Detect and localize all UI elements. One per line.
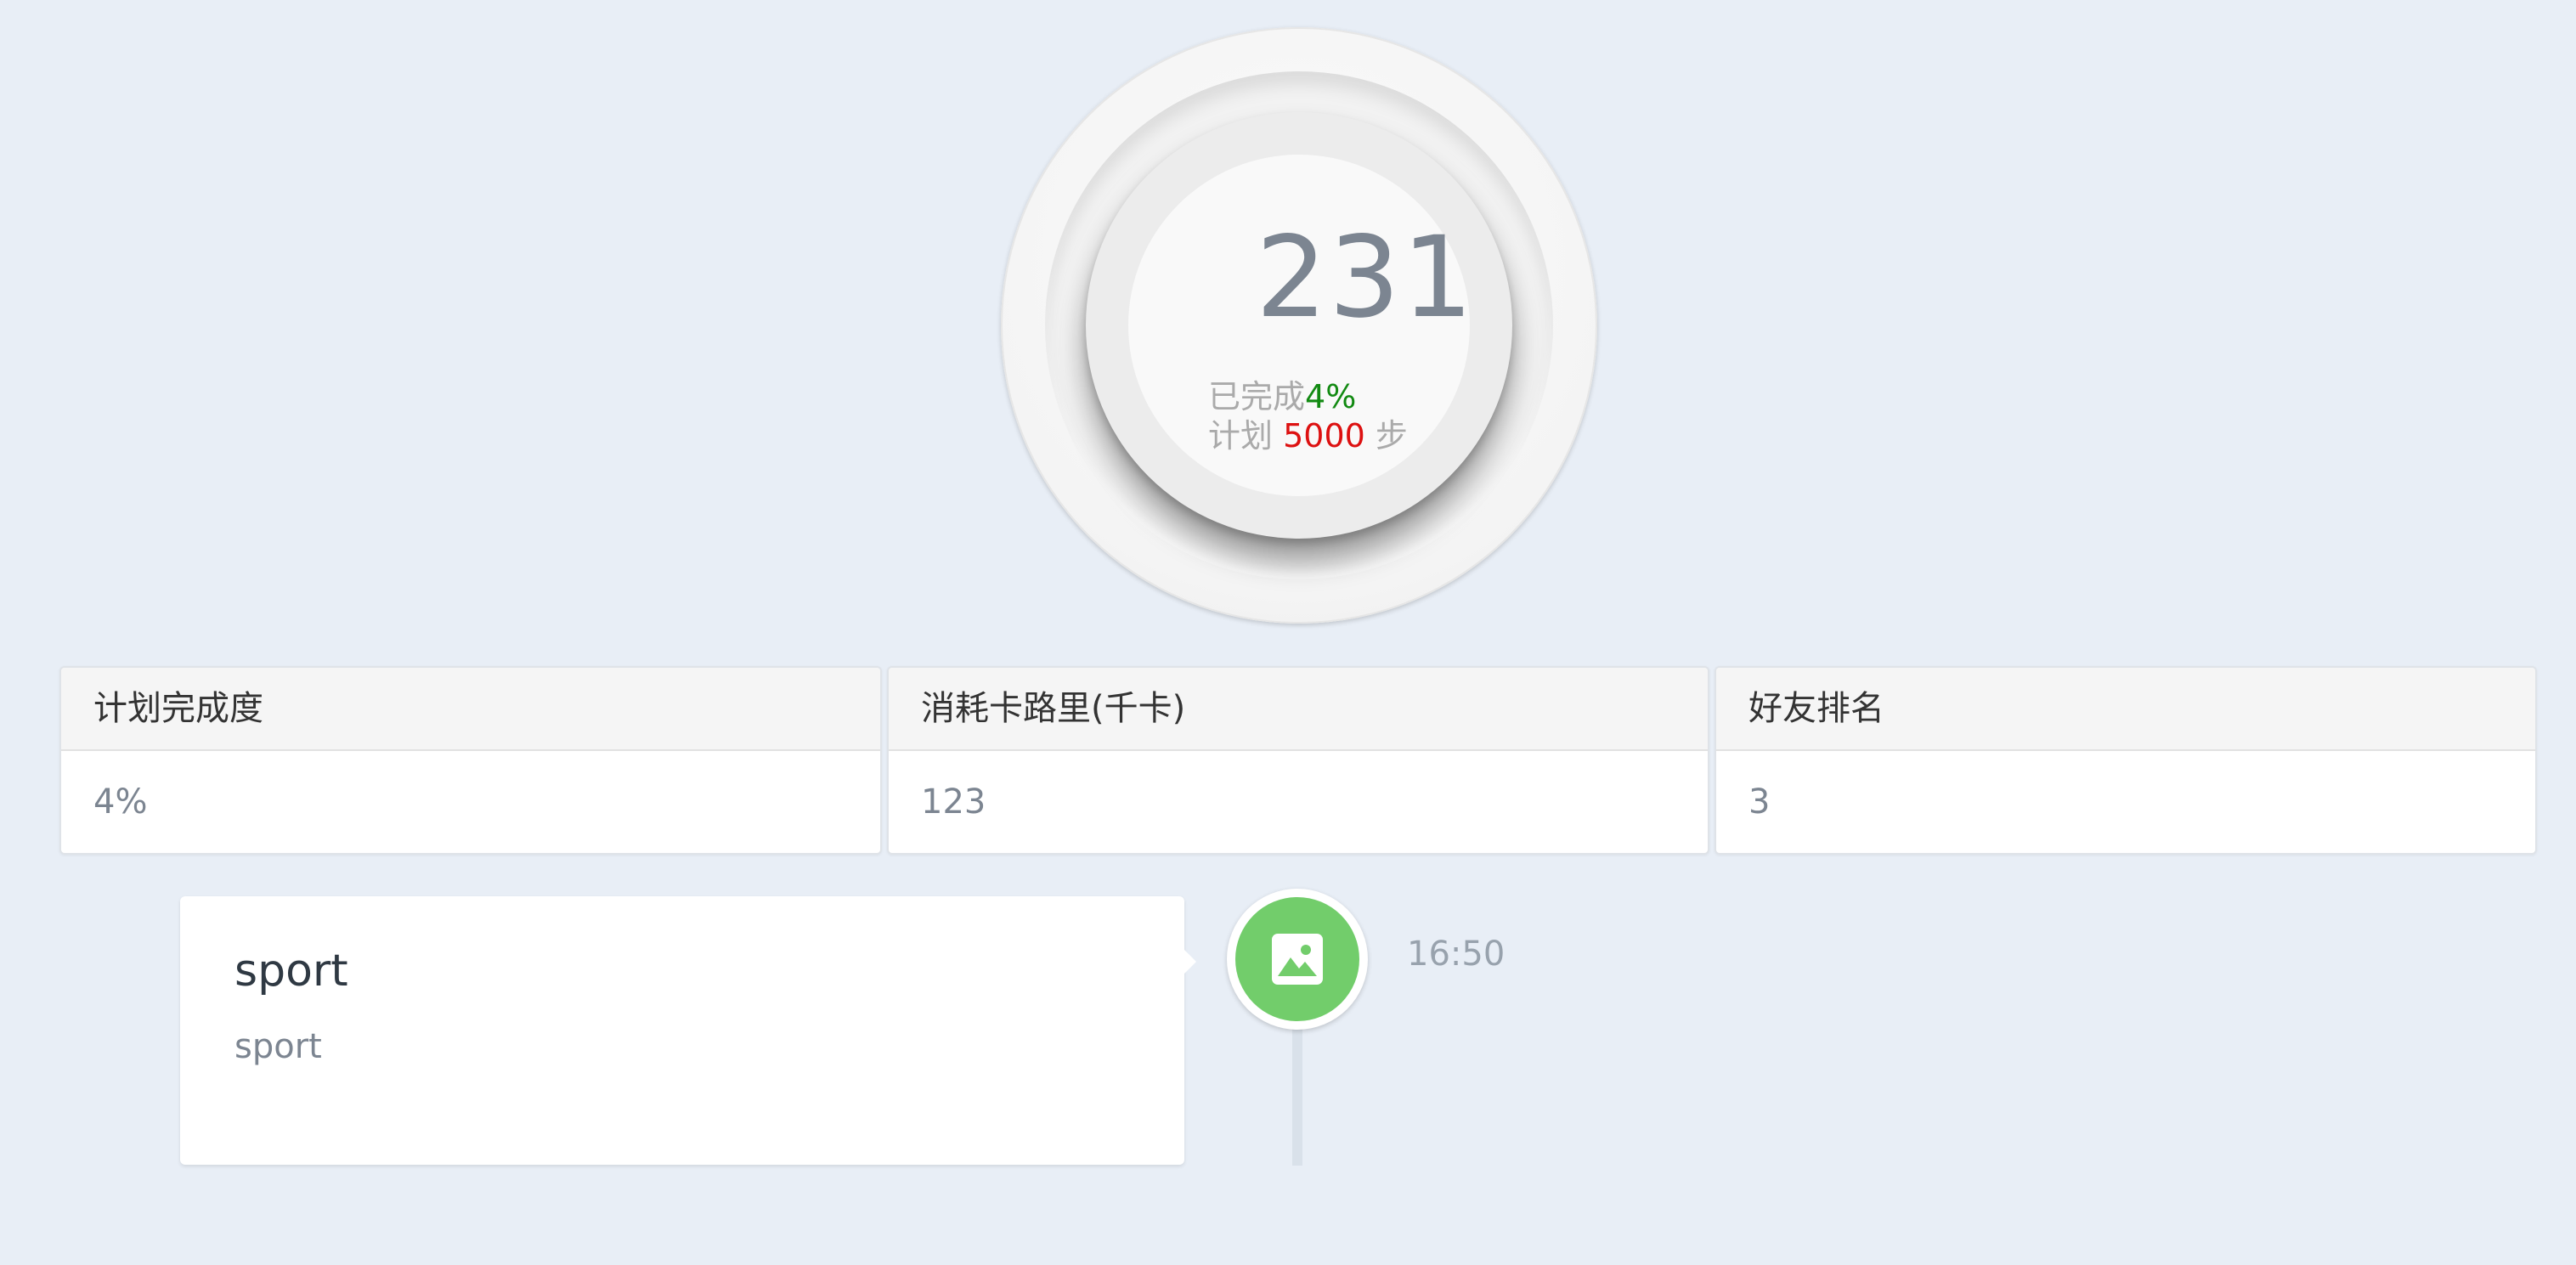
ring-summary: 已完成4% 计划 5000 步 xyxy=(1208,377,1408,455)
timeline-icon-badge xyxy=(1235,897,1359,1021)
stat-card-title: 消耗卡路里(千卡) xyxy=(889,668,1708,751)
stat-card-title: 计划完成度 xyxy=(61,668,880,751)
stat-card-value: 4% xyxy=(93,782,148,822)
completion-line: 已完成4% xyxy=(1208,377,1408,416)
plan-steps: 5000 xyxy=(1283,417,1365,455)
stat-card-value: 3 xyxy=(1748,782,1771,822)
stat-card-calories: 消耗卡路里(千卡) 123 xyxy=(887,666,1709,855)
stat-card-plan-completion: 计划完成度 4% xyxy=(59,666,882,855)
timeline-card-title: sport xyxy=(234,946,348,997)
ring-inner: 231 已完成4% 计划 5000 步 xyxy=(1086,112,1512,539)
plan-label: 计划 xyxy=(1208,417,1274,455)
image-icon xyxy=(1272,934,1323,985)
timeline-card[interactable]: sport sport xyxy=(180,896,1184,1165)
step-progress-ring: 231 已完成4% 计划 5000 步 xyxy=(1001,27,1597,624)
timeline-card-description: sport xyxy=(234,1027,322,1066)
timeline-time: 16:50 xyxy=(1407,935,1505,974)
timeline-marker xyxy=(1227,889,1368,1030)
plan-line: 计划 5000 步 xyxy=(1208,416,1408,455)
timeline-card-pointer xyxy=(1183,948,1196,975)
plan-unit: 步 xyxy=(1375,417,1408,455)
timeline-line xyxy=(1292,1019,1302,1166)
page: 231 已完成4% 计划 5000 步 计划完成度 4% 消耗卡路里(千卡) 1… xyxy=(0,0,2576,1265)
stat-card-friend-rank: 好友排名 3 xyxy=(1715,666,2537,855)
stat-card-title: 好友排名 xyxy=(1716,668,2535,751)
completed-percent: 4% xyxy=(1305,378,1357,415)
completed-label: 已完成 xyxy=(1208,378,1306,415)
step-count: 231 xyxy=(1256,212,1475,343)
ring-face: 231 已完成4% 计划 5000 步 xyxy=(1128,155,1475,496)
stat-card-value: 123 xyxy=(921,782,986,822)
